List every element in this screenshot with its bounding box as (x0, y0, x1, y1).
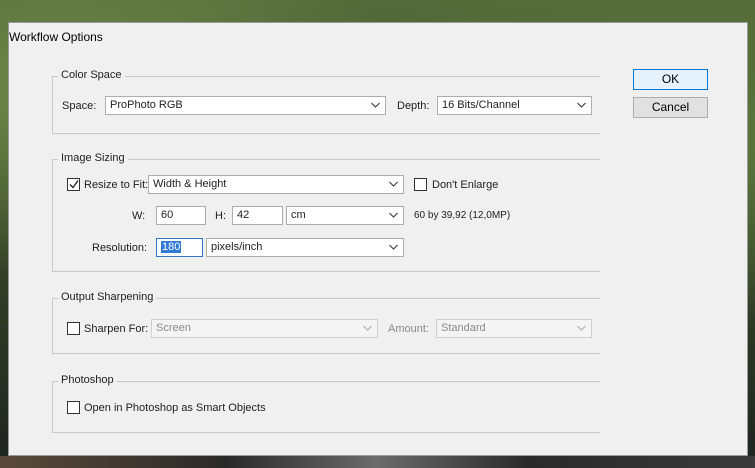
amount-select[interactable]: Standard (436, 319, 592, 338)
amount-label: Amount: (388, 323, 429, 335)
resize-mode-select[interactable]: Width & Height (148, 175, 404, 194)
height-label: H: (215, 210, 226, 222)
photoshop-legend: Photoshop (58, 374, 117, 386)
space-select[interactable]: ProPhoto RGB (105, 96, 386, 115)
chevron-down-icon (577, 102, 586, 108)
width-label: W: (132, 210, 146, 222)
amount-value: Standard (441, 322, 486, 334)
depth-label: Depth: (397, 100, 430, 112)
resize-to-fit-checkbox[interactable] (67, 178, 80, 191)
height-input[interactable]: 42 (232, 206, 283, 225)
smart-objects-label: Open in Photoshop as Smart Objects (84, 402, 266, 414)
resolution-input[interactable]: 180 (156, 238, 203, 257)
sharpen-for-select[interactable]: Screen (151, 319, 378, 338)
color-space-group: Color Space Space: ProPhoto RGB Depth: 1… (52, 69, 600, 134)
resize-mode-value: Width & Height (153, 178, 227, 190)
resolution-unit-select[interactable]: pixels/inch (206, 238, 404, 257)
background-photo-strip (0, 456, 755, 468)
dont-enlarge-checkbox[interactable] (414, 178, 427, 191)
depth-select-value: 16 Bits/Channel (442, 99, 520, 111)
chevron-down-icon (389, 181, 398, 187)
photoshop-group: Photoshop Open in Photoshop as Smart Obj… (52, 374, 600, 433)
space-label: Space: (62, 100, 97, 112)
resolution-label: Resolution: (92, 242, 148, 254)
sharpen-for-label: Sharpen For: (84, 323, 149, 335)
image-sizing-group: Image Sizing Resize to Fit: Width & Heig… (52, 152, 600, 272)
dont-enlarge-label: Don't Enlarge (432, 179, 499, 191)
height-value: 42 (237, 209, 250, 221)
unit-select[interactable]: cm (286, 206, 404, 225)
chevron-down-icon (363, 325, 372, 331)
chevron-down-icon (577, 325, 586, 331)
output-sharpening-group: Output Sharpening Sharpen For: Screen Am… (52, 291, 600, 354)
depth-select[interactable]: 16 Bits/Channel (437, 96, 592, 115)
width-value: 60 (161, 209, 174, 221)
output-sharpening-legend: Output Sharpening (58, 291, 157, 303)
resolution-unit-value: pixels/inch (211, 241, 263, 253)
color-space-legend: Color Space (58, 69, 125, 81)
size-readout: 60 by 39,92 (12,0MP) (414, 210, 511, 221)
smart-objects-checkbox[interactable] (67, 401, 80, 414)
chevron-down-icon (389, 212, 398, 218)
space-select-value: ProPhoto RGB (110, 99, 183, 111)
width-input[interactable]: 60 (156, 206, 206, 225)
dialog-title: Workflow Options (9, 30, 103, 44)
workflow-options-dialog: Workflow Options OK Cancel Color Space S… (8, 22, 748, 456)
resize-to-fit-label: Resize to Fit: (84, 179, 149, 191)
resolution-value: 180 (161, 241, 182, 253)
cancel-button[interactable]: Cancel (633, 97, 708, 118)
image-sizing-legend: Image Sizing (58, 152, 128, 164)
checkmark-icon (69, 180, 79, 189)
chevron-down-icon (389, 244, 398, 250)
unit-value: cm (291, 209, 306, 221)
sharpen-for-checkbox[interactable] (67, 322, 80, 335)
sharpen-for-value: Screen (156, 322, 191, 334)
ok-button[interactable]: OK (633, 69, 708, 90)
chevron-down-icon (371, 102, 380, 108)
